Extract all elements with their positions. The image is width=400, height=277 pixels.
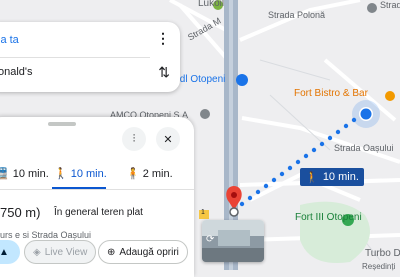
poi-fort-bistro[interactable]: Fort Bistro & Bar [294, 88, 368, 99]
restaurant-icon [385, 91, 395, 101]
street-label-top-right: Strada [380, 0, 400, 10]
live-view-icon: ◈ [33, 246, 41, 258]
add-stops-label: Adaugă opriri [119, 246, 179, 258]
street-label-oasului: Strada Oașului [334, 143, 394, 153]
add-stops-button[interactable]: ⊕ Adaugă opriri [98, 240, 188, 264]
ride-icon: 🧍 [126, 168, 140, 180]
mode-walk[interactable]: 🚶 10 min. [54, 167, 107, 181]
street-view-icon: ⟳ [206, 234, 215, 245]
live-view-button[interactable]: ◈ Live View [24, 240, 97, 264]
close-icon: ✕ [163, 133, 173, 146]
walk-icon: 🚶 [305, 171, 319, 184]
options-button[interactable]: ⫶ [122, 127, 146, 151]
sheet-divider [0, 189, 194, 190]
route-time-label: 10 min. [322, 171, 359, 183]
mode-transit[interactable]: 🚆 10 min. [0, 167, 49, 181]
mode-walk-label: 10 min. [70, 167, 107, 180]
transit-icon: 🚆 [0, 168, 10, 180]
add-location-icon: ⊕ [107, 246, 116, 258]
walk-icon: 🚶 [54, 168, 68, 180]
place-icon-top [367, 3, 377, 13]
shopping-cart-icon [236, 74, 248, 86]
route-divider [0, 57, 150, 58]
navigation-icon: ▲ [0, 246, 9, 258]
poi-turbo[interactable]: Turbo De [365, 248, 400, 259]
mode-ride-label: 2 min. [142, 167, 173, 180]
sheet-drag-handle[interactable] [48, 122, 76, 126]
route-card: ia ta onald's ⋮ ⇅ [0, 22, 180, 92]
destination-field[interactable]: onald's [0, 66, 33, 78]
street-view-thumbnail[interactable]: ⟳ [202, 220, 264, 262]
poi-lidl[interactable]: Lidl Otopeni [172, 74, 225, 85]
route-distance: 750 m) [0, 205, 41, 220]
road-shield: 1 [201, 209, 205, 216]
more-vert-icon[interactable]: ⋮ [156, 30, 170, 47]
poi-fort-iii[interactable]: Fort III Otopeni [295, 212, 362, 223]
place-icon [200, 109, 210, 119]
close-button[interactable]: ✕ [156, 127, 180, 151]
route-via: urs e si Strada Oașului [0, 230, 92, 240]
street-label-polona: Strada Polonă [268, 10, 326, 20]
tune-icon: ⫶ [132, 132, 136, 145]
origin-field[interactable]: ia ta [0, 34, 19, 46]
terrain-info: În general teren plat [54, 207, 143, 218]
mode-ride[interactable]: 🧍 2 min. [126, 167, 173, 181]
live-view-label: Live View [44, 246, 88, 258]
poi-lukoil[interactable]: Lukoil [198, 0, 224, 9]
swap-icon[interactable]: ⇅ [158, 64, 170, 81]
route-time-badge[interactable]: 🚶 10 min. [300, 168, 364, 186]
mode-transit-label: 10 min. [12, 167, 49, 180]
